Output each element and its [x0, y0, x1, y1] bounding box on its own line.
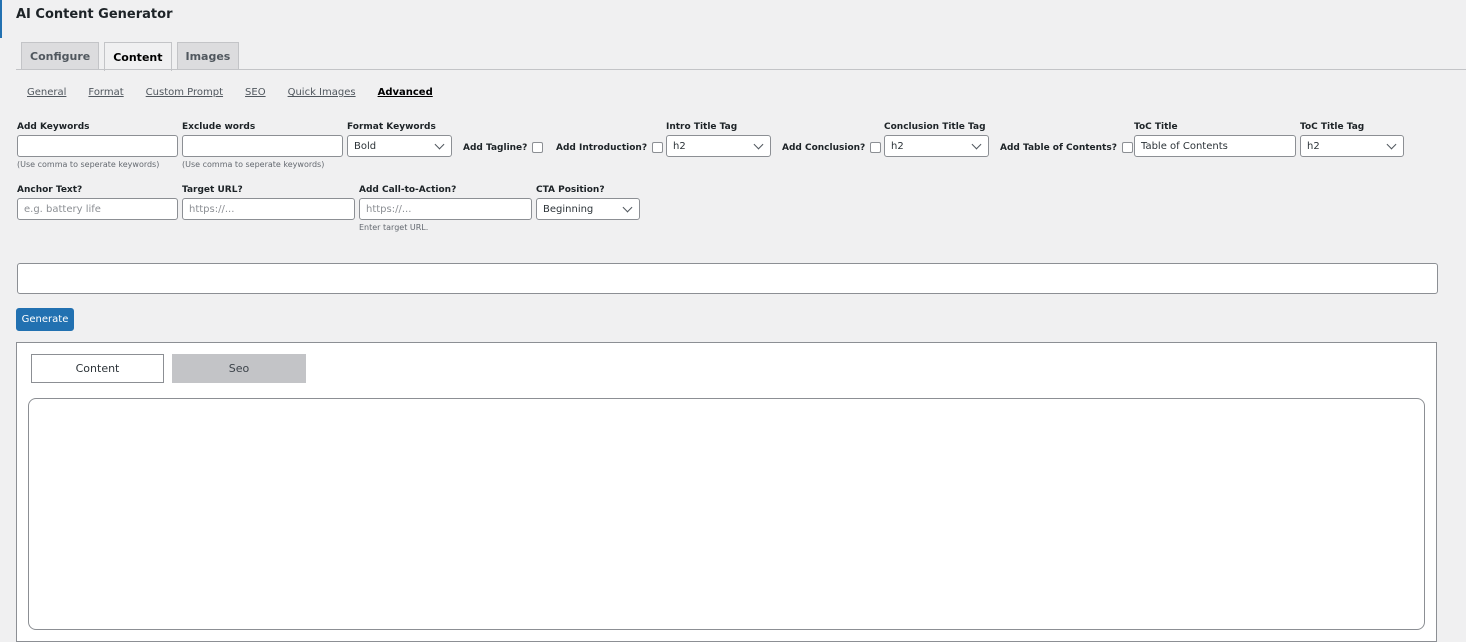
- prompt-input[interactable]: [17, 263, 1438, 294]
- add-tagline-label: Add Tagline?: [463, 142, 528, 153]
- format-keywords-value: Bold: [354, 140, 377, 152]
- target-url-field: Target URL? https://...: [182, 185, 355, 220]
- toc-title-tag-field: ToC Title Tag h2: [1300, 122, 1404, 157]
- toc-title-tag-label: ToC Title Tag: [1300, 122, 1365, 132]
- conclusion-title-tag-select[interactable]: h2: [884, 135, 989, 157]
- tab-images[interactable]: Images: [176, 42, 240, 70]
- add-introduction-label: Add Introduction?: [556, 142, 648, 153]
- add-keywords-field: Add Keywords (Use comma to seperate keyw…: [17, 122, 178, 169]
- subnav-quick-images[interactable]: Quick Images: [288, 87, 356, 98]
- chevron-down-icon: [1386, 139, 1397, 149]
- toc-title-input[interactable]: Table of Contents: [1134, 135, 1296, 157]
- subnav-custom-prompt[interactable]: Custom Prompt: [146, 87, 223, 98]
- tab-content[interactable]: Content: [104, 42, 172, 71]
- exclude-words-input[interactable]: [182, 135, 343, 157]
- add-introduction-checkbox[interactable]: [652, 142, 664, 153]
- add-conclusion-label: Add Conclusion?: [782, 142, 866, 153]
- intro-title-tag-select[interactable]: h2: [666, 135, 771, 157]
- output-tab-seo[interactable]: Seo: [172, 354, 306, 383]
- subnav-general[interactable]: General: [27, 87, 66, 98]
- admin-menu-edge: [0, 0, 2, 38]
- target-url-label: Target URL?: [182, 185, 243, 195]
- cta-input[interactable]: https://...: [359, 198, 532, 220]
- chevron-down-icon: [753, 139, 764, 149]
- cta-field: Add Call-to-Action? https://... Enter ta…: [359, 185, 532, 232]
- add-tagline-checkbox[interactable]: [532, 142, 544, 153]
- toc-title-tag-select[interactable]: h2: [1300, 135, 1404, 157]
- toc-title-label: ToC Title: [1134, 122, 1178, 132]
- output-tab-content[interactable]: Content: [31, 354, 164, 383]
- toc-title-field: ToC Title Table of Contents: [1134, 122, 1296, 157]
- toc-title-tag-value: h2: [1307, 140, 1320, 152]
- output-panel: Content Seo: [16, 342, 1437, 642]
- cta-position-select[interactable]: Beginning: [536, 198, 640, 220]
- cta-position-label: CTA Position?: [536, 185, 605, 195]
- anchor-text-input[interactable]: e.g. battery life: [17, 198, 178, 220]
- anchor-text-label: Anchor Text?: [17, 185, 83, 195]
- main-tabs: Configure Content Images: [21, 42, 240, 71]
- add-keywords-help: (Use comma to seperate keywords): [17, 160, 160, 169]
- subnav-seo[interactable]: SEO: [245, 87, 266, 98]
- cta-help: Enter target URL.: [359, 223, 429, 232]
- conclusion-title-tag-value: h2: [891, 140, 904, 152]
- format-keywords-label: Format Keywords: [347, 122, 436, 132]
- tab-configure[interactable]: Configure: [21, 42, 100, 70]
- intro-title-tag-field: Intro Title Tag h2: [666, 122, 771, 157]
- format-keywords-select[interactable]: Bold: [347, 135, 452, 157]
- exclude-words-label: Exclude words: [182, 122, 256, 132]
- subnav-format[interactable]: Format: [88, 87, 123, 98]
- add-introduction-option: Add Introduction?: [556, 142, 664, 153]
- page-title: AI Content Generator: [16, 7, 173, 22]
- subnav: General Format Custom Prompt SEO Quick I…: [27, 87, 433, 98]
- add-tagline-option: Add Tagline?: [463, 142, 544, 153]
- add-toc-checkbox[interactable]: [1121, 142, 1133, 153]
- add-keywords-input[interactable]: [17, 135, 178, 157]
- cta-label: Add Call-to-Action?: [359, 185, 457, 195]
- chevron-down-icon: [622, 202, 633, 212]
- add-keywords-label: Add Keywords: [17, 122, 90, 132]
- anchor-text-field: Anchor Text? e.g. battery life: [17, 185, 178, 220]
- target-url-input[interactable]: https://...: [182, 198, 355, 220]
- cta-position-field: CTA Position? Beginning: [536, 185, 640, 220]
- chevron-down-icon: [971, 139, 982, 149]
- add-toc-label: Add Table of Contents?: [1000, 142, 1117, 153]
- generate-button[interactable]: Generate: [16, 308, 74, 331]
- output-textarea[interactable]: [28, 398, 1425, 630]
- add-toc-option: Add Table of Contents?: [1000, 142, 1133, 153]
- tabs-divider: [16, 69, 1466, 70]
- exclude-words-help: (Use comma to seperate keywords): [182, 160, 325, 169]
- exclude-words-field: Exclude words (Use comma to seperate key…: [182, 122, 343, 169]
- add-conclusion-option: Add Conclusion?: [782, 142, 882, 153]
- subnav-advanced[interactable]: Advanced: [378, 87, 433, 98]
- add-conclusion-checkbox[interactable]: [870, 142, 882, 153]
- intro-title-tag-label: Intro Title Tag: [666, 122, 738, 132]
- chevron-down-icon: [434, 139, 445, 149]
- intro-title-tag-value: h2: [673, 140, 686, 152]
- cta-position-value: Beginning: [543, 203, 594, 215]
- conclusion-title-tag-label: Conclusion Title Tag: [884, 122, 986, 132]
- format-keywords-field: Format Keywords Bold: [347, 122, 452, 157]
- conclusion-title-tag-field: Conclusion Title Tag h2: [884, 122, 989, 157]
